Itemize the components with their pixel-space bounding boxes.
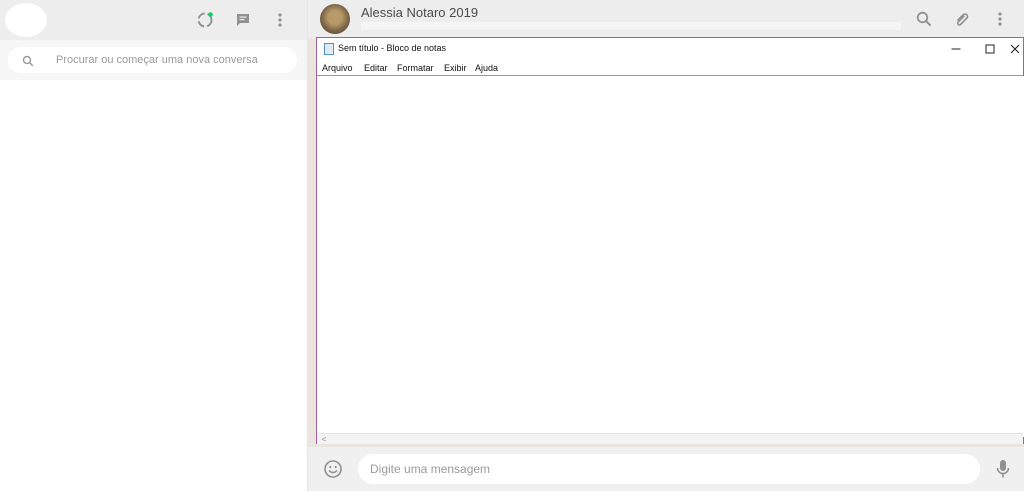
notepad-icon — [324, 43, 334, 55]
contact-status — [361, 22, 901, 30]
minimize-button[interactable] — [939, 38, 973, 60]
microphone-icon[interactable] — [996, 459, 1010, 484]
search-icon[interactable] — [914, 9, 934, 29]
new-chat-icon[interactable] — [233, 10, 253, 30]
horizontal-scrollbar[interactable]: < — [317, 433, 1023, 444]
scroll-left-icon[interactable]: < — [319, 434, 329, 444]
message-input[interactable] — [358, 454, 980, 484]
maximize-button[interactable] — [973, 38, 1007, 60]
chat-header: Alessia Notaro 2019 — [308, 0, 1024, 38]
contact-name[interactable]: Alessia Notaro 2019 — [361, 5, 478, 20]
avatar[interactable] — [5, 3, 47, 37]
search-bar — [0, 40, 307, 80]
close-button[interactable] — [1007, 38, 1023, 60]
notepad-title: Sem título - Bloco de notas — [338, 43, 447, 53]
contact-avatar[interactable] — [320, 4, 350, 34]
notepad-titlebar[interactable]: Sem título - Bloco de notas — [317, 38, 1023, 60]
notepad-text-area[interactable] — [318, 76, 1024, 437]
menu-icon[interactable] — [270, 10, 290, 30]
search-input[interactable] — [56, 47, 286, 73]
search-icon — [22, 54, 34, 72]
sidebar-header — [0, 0, 307, 40]
menu-formatar[interactable]: Formatar — [397, 63, 434, 73]
notepad-menubar: Arquivo Editar Formatar Exibir Ajuda — [317, 60, 1023, 76]
status-icon[interactable] — [195, 10, 215, 30]
menu-editar[interactable]: Editar — [364, 63, 388, 73]
menu-icon[interactable] — [990, 9, 1010, 29]
search-box[interactable] — [8, 47, 297, 73]
emoji-icon[interactable] — [323, 459, 343, 484]
menu-arquivo[interactable]: Arquivo — [322, 63, 353, 73]
notepad-window: Sem título - Bloco de notas Arquivo Edit… — [316, 37, 1024, 444]
attach-icon[interactable] — [952, 9, 972, 29]
sidebar — [0, 0, 308, 491]
menu-ajuda[interactable]: Ajuda — [475, 63, 498, 73]
composer — [308, 447, 1024, 491]
menu-exibir[interactable]: Exibir — [444, 63, 467, 73]
